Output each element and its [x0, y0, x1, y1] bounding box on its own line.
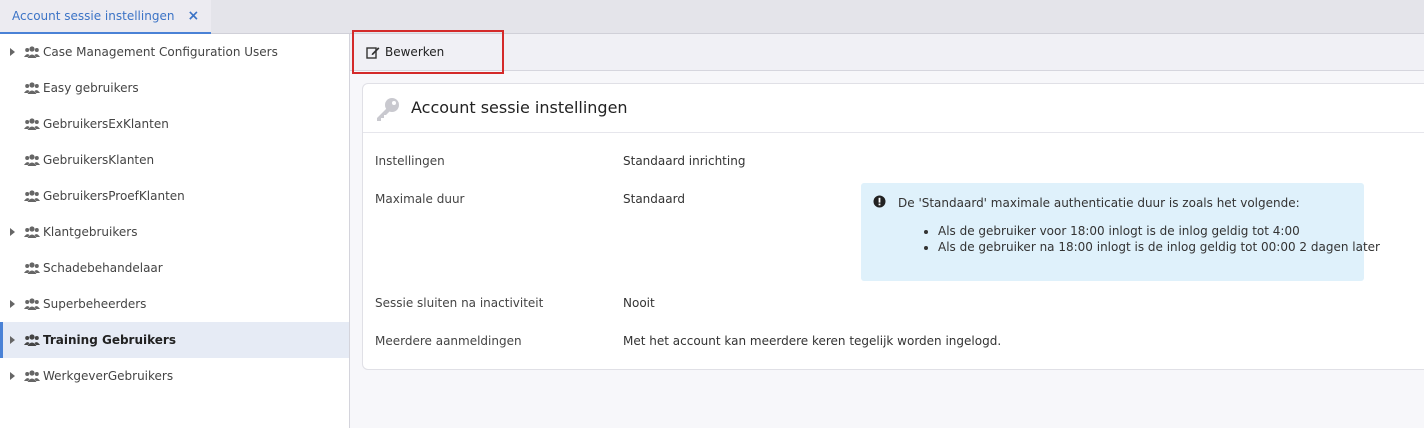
users-icon — [24, 262, 40, 274]
key-icon — [377, 98, 399, 121]
users-icon — [24, 82, 40, 94]
row-value-instellingen: Standaard inrichting — [623, 154, 746, 168]
users-icon — [24, 226, 40, 238]
caret-right-icon[interactable] — [10, 372, 15, 380]
edit-icon — [366, 47, 380, 59]
sidebar-item-label: Superbeheerders — [43, 297, 147, 311]
sidebar-item-easy-gebruikers[interactable]: Easy gebruikers — [0, 70, 349, 106]
settings-card: Account sessie instellingen Instellingen… — [362, 83, 1424, 370]
sidebar-item-label: GebruikersKlanten — [43, 153, 155, 167]
close-icon[interactable]: × — [187, 8, 199, 24]
edit-button-label: Bewerken — [385, 45, 445, 59]
row-label-instellingen: Instellingen — [375, 154, 445, 168]
caret-right-icon[interactable] — [10, 48, 15, 56]
card-title: Account sessie instellingen — [411, 98, 628, 117]
users-icon — [24, 334, 40, 346]
info-text: De 'Standaard' maximale authenticatie du… — [898, 196, 1300, 210]
sidebar-item-gebruikersproefklanten[interactable]: GebruikersProefKlanten — [0, 178, 349, 214]
row-value-sessie-sluiten: Nooit — [623, 296, 655, 310]
sidebar-item-klantgebruikers[interactable]: Klantgebruikers — [0, 214, 349, 250]
row-value-meerdere-aanmeldingen: Met het account kan meerdere keren tegel… — [623, 334, 1002, 348]
edit-button[interactable]: Bewerken — [352, 30, 504, 74]
info-list: Als de gebruiker voor 18:00 inlogt is de… — [923, 224, 1380, 256]
row-label-meerdere-aanmeldingen: Meerdere aanmeldingen — [375, 334, 522, 348]
sidebar-item-label: Klantgebruikers — [43, 225, 138, 239]
sidebar-item-label: Schadebehandelaar — [43, 261, 163, 275]
users-icon — [24, 46, 40, 58]
sidebar-item-gebruikersklanten[interactable]: GebruikersKlanten — [0, 142, 349, 178]
sidebar: Case Management Configuration Users Easy… — [0, 34, 350, 428]
tab-account-sessie-instellingen[interactable]: Account sessie instellingen × — [0, 0, 212, 34]
caret-right-icon[interactable] — [10, 336, 15, 344]
row-label-maximale-duur: Maximale duur — [375, 192, 465, 206]
sidebar-item-label: GebruikersExKlanten — [43, 117, 169, 131]
info-bullet: Als de gebruiker voor 18:00 inlogt is de… — [938, 224, 1380, 238]
toolbar: Bewerken — [350, 30, 1424, 74]
sidebar-item-schadebehandelaar[interactable]: Schadebehandelaar — [0, 250, 349, 286]
sidebar-item-case-management-configuration-users[interactable]: Case Management Configuration Users — [0, 34, 349, 70]
sidebar-item-label: WerkgeverGebruikers — [43, 369, 174, 383]
tab-label: Account sessie instellingen — [12, 9, 175, 23]
card-header: Account sessie instellingen — [363, 84, 1424, 133]
sidebar-item-werkgevergebruikers[interactable]: WerkgeverGebruikers — [0, 358, 349, 394]
info-bullet: Als de gebruiker na 18:00 inlogt is de i… — [938, 240, 1380, 254]
sidebar-item-gebruikersexklanten[interactable]: GebruikersExKlanten — [0, 106, 349, 142]
users-icon — [24, 190, 40, 202]
sidebar-item-superbeheerders[interactable]: Superbeheerders — [0, 286, 349, 322]
sidebar-item-label: Easy gebruikers — [43, 81, 139, 95]
sidebar-item-label: Case Management Configuration Users — [43, 45, 278, 59]
exclamation-circle-icon — [873, 195, 886, 208]
row-label-sessie-sluiten: Sessie sluiten na inactiviteit — [375, 296, 544, 310]
users-icon — [24, 370, 40, 382]
sidebar-item-label: GebruikersProefKlanten — [43, 189, 185, 203]
users-icon — [24, 154, 40, 166]
sidebar-item-training-gebruikers[interactable]: Training Gebruikers — [0, 322, 349, 358]
users-icon — [24, 118, 40, 130]
caret-right-icon[interactable] — [10, 228, 15, 236]
tab-bar: Account sessie instellingen × — [0, 0, 1424, 34]
sidebar-item-label: Training Gebruikers — [43, 333, 176, 347]
info-box: De 'Standaard' maximale authenticatie du… — [861, 183, 1380, 281]
caret-right-icon[interactable] — [10, 300, 15, 308]
users-icon — [24, 298, 40, 310]
row-value-maximale-duur: Standaard — [623, 192, 685, 206]
